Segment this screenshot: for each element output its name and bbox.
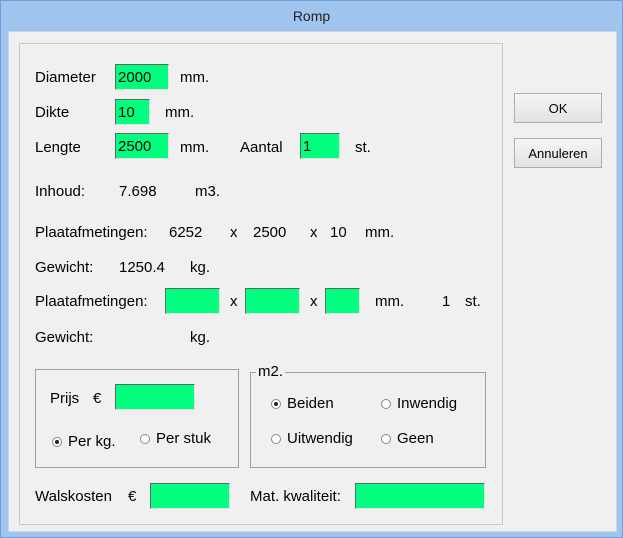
- radio-unselected-icon: [381, 398, 391, 409]
- lengte-label: Lengte: [35, 139, 81, 156]
- plaat1-a: 6252: [169, 224, 203, 241]
- m2-group-title: m2.: [256, 363, 286, 380]
- plaat1-c: 10: [330, 224, 347, 241]
- per-kg-radio[interactable]: Per kg.: [52, 433, 116, 450]
- plaat2-x2: x: [310, 293, 318, 310]
- aantal-unit: st.: [355, 139, 371, 156]
- gewicht1-value: 1250.4: [119, 259, 165, 276]
- m2-group: m2. Beiden Inwendig Uitwendig Geen: [250, 364, 486, 468]
- cancel-button[interactable]: Annuleren: [514, 138, 602, 168]
- per-stuk-label: Per stuk: [156, 430, 212, 447]
- prijs-label: Prijs: [50, 390, 80, 407]
- uitwendig-label: Uitwendig: [287, 430, 353, 447]
- inhoud-label: Inhoud:: [35, 183, 86, 200]
- walskosten-label: Walskosten: [35, 488, 112, 505]
- diameter-label: Diameter: [35, 69, 96, 86]
- inhoud-unit: m3.: [195, 183, 221, 200]
- plaat1-b: 2500: [253, 224, 287, 241]
- radio-unselected-icon: [381, 433, 391, 444]
- title-bar[interactable]: Romp: [1, 1, 622, 31]
- plaat2-label: Plaatafmetingen:: [35, 293, 148, 310]
- inwendig-label: Inwendig: [397, 395, 458, 412]
- gewicht1-unit: kg.: [190, 259, 211, 276]
- dialog-client-area: Diameter mm. Dikte mm. Lengte mm. Aantal…: [8, 31, 617, 532]
- plaat2-a-field[interactable]: [165, 288, 220, 314]
- plaat2-c-field[interactable]: [325, 288, 360, 314]
- plaat2-b-field[interactable]: [245, 288, 300, 314]
- walskosten-input[interactable]: [150, 483, 230, 509]
- radio-unselected-icon: [140, 433, 150, 444]
- mat-kwaliteit-input[interactable]: [355, 483, 485, 509]
- aantal-input[interactable]: [300, 133, 340, 159]
- plaat2-unit: mm.: [375, 293, 405, 310]
- aantal-label: Aantal: [240, 139, 283, 156]
- mat-kwaliteit-label: Mat. kwaliteit:: [250, 488, 341, 505]
- lengte-unit: mm.: [180, 139, 210, 156]
- radio-selected-icon: [52, 436, 62, 447]
- prijs-currency: €: [93, 390, 102, 407]
- beiden-radio[interactable]: Beiden: [271, 395, 334, 412]
- gewicht2-label: Gewicht:: [35, 329, 94, 346]
- gewicht2-unit: kg.: [190, 329, 211, 346]
- lengte-input[interactable]: [115, 133, 169, 159]
- radio-unselected-icon: [271, 433, 281, 444]
- diameter-input[interactable]: [115, 64, 169, 90]
- per-stuk-radio[interactable]: Per stuk: [140, 430, 211, 447]
- inwendig-radio[interactable]: Inwendig: [381, 395, 457, 412]
- diameter-unit: mm.: [180, 69, 210, 86]
- prijs-group: Prijs € Per kg. Per stuk: [35, 369, 239, 468]
- plaat1-unit: mm.: [365, 224, 395, 241]
- geen-radio[interactable]: Geen: [381, 430, 434, 447]
- geen-label: Geen: [397, 430, 434, 447]
- plaat2-count: 1: [442, 293, 451, 310]
- main-panel: Diameter mm. Dikte mm. Lengte mm. Aantal…: [19, 43, 503, 525]
- per-kg-label: Per kg.: [68, 433, 116, 450]
- ok-button[interactable]: OK: [514, 93, 602, 123]
- plaat1-x1: x: [230, 224, 238, 241]
- radio-selected-icon: [271, 398, 281, 409]
- dikte-input[interactable]: [115, 99, 150, 125]
- plaat2-x1: x: [230, 293, 238, 310]
- window-title: Romp: [292, 8, 331, 24]
- prijs-input[interactable]: [115, 384, 195, 410]
- dialog-window: Romp Diameter mm. Dikte mm. Lengte mm. A…: [0, 0, 623, 538]
- inhoud-value: 7.698: [119, 183, 157, 200]
- plaat1-label: Plaatafmetingen:: [35, 224, 148, 241]
- walskosten-currency: €: [128, 488, 137, 505]
- plaat2-count-unit: st.: [465, 293, 481, 310]
- uitwendig-radio[interactable]: Uitwendig: [271, 430, 353, 447]
- gewicht1-label: Gewicht:: [35, 259, 94, 276]
- dikte-label: Dikte: [35, 104, 70, 121]
- plaat1-x2: x: [310, 224, 318, 241]
- dikte-unit: mm.: [165, 104, 195, 121]
- beiden-label: Beiden: [287, 395, 334, 412]
